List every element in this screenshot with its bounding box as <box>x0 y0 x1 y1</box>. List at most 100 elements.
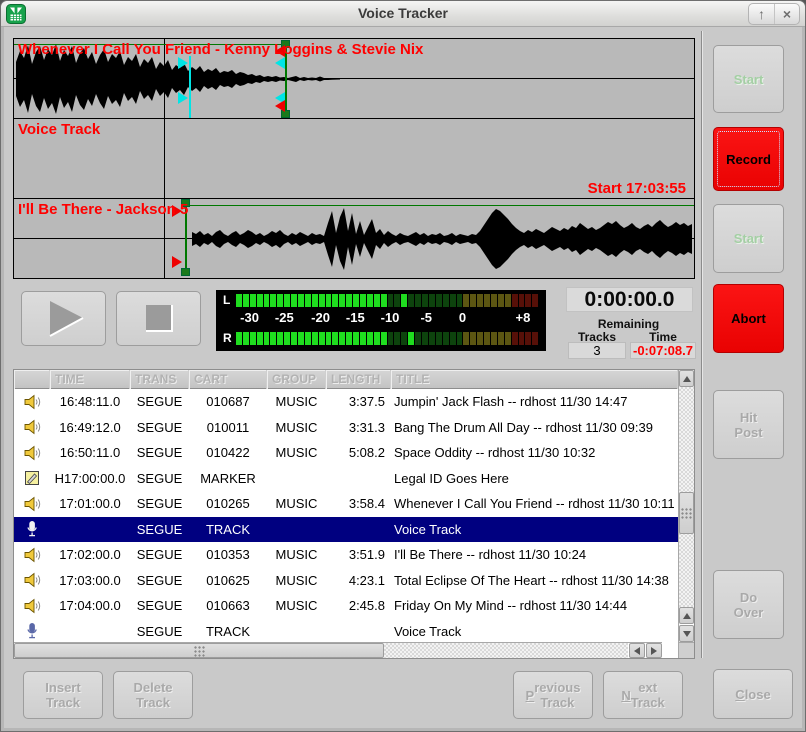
scroll-up-button-2[interactable] <box>679 607 694 624</box>
track-1-region[interactable]: Whenever I Call You Friend - Kenny Loggi… <box>14 39 694 119</box>
meter-segment <box>470 332 476 345</box>
marker-handle[interactable] <box>181 268 190 276</box>
meter-segment <box>305 332 311 345</box>
column-header-cart[interactable]: CART <box>189 370 267 389</box>
next-track-button[interactable]: NextTrack <box>603 671 683 719</box>
delete-track-button[interactable]: DeleteTrack <box>113 671 193 719</box>
cell-group: MUSIC <box>267 420 326 435</box>
cell-group: MUSIC <box>267 547 326 562</box>
speaker-icon <box>23 393 41 411</box>
horizontal-scrollbar[interactable] <box>14 642 662 658</box>
play-cursor-marker[interactable] <box>189 56 191 118</box>
speaker-icon <box>23 418 41 436</box>
end-marker-icon[interactable] <box>275 100 285 112</box>
meter-segment <box>319 332 325 345</box>
v-scrollbar-thumb[interactable] <box>679 492 694 534</box>
close-window-button[interactable]: × <box>774 4 799 24</box>
column-header-trans[interactable]: TRANS <box>130 370 189 389</box>
log-row[interactable]: 16:50:11.0SEGUE010422MUSIC5:08.2Space Od… <box>14 440 678 466</box>
log-row[interactable]: 16:49:12.0SEGUE010011MUSIC3:31.3Bang The… <box>14 415 678 441</box>
panel-divider <box>701 31 703 658</box>
log-row[interactable]: 17:04:00.0SEGUE010663MUSIC2:45.8Friday O… <box>14 593 678 619</box>
start-track1-button[interactable]: Start <box>713 45 784 113</box>
cell-cart: MARKER <box>189 471 267 486</box>
titlebar[interactable]: Voice Tracker ↑ × <box>1 1 805 27</box>
meter-segment <box>512 332 518 345</box>
focus-ring <box>717 131 780 187</box>
log-row[interactable]: 17:02:00.0SEGUE010353MUSIC3:51.9I'll Be … <box>14 542 678 568</box>
cell-group: MUSIC <box>267 598 326 613</box>
h-scrollbar-thumb[interactable] <box>14 643 384 658</box>
track-2-region[interactable]: Voice Track Start 17:03:55 <box>14 119 694 199</box>
track-3-title: I'll Be There - Jackson 5 <box>18 201 188 218</box>
start-marker-icon[interactable] <box>172 256 182 268</box>
log-row[interactable]: 17:03:00.0SEGUE010625MUSIC4:23.1Total Ec… <box>14 568 678 594</box>
meter-segment <box>236 294 242 307</box>
scroll-down-button[interactable] <box>679 625 694 642</box>
log-row[interactable]: SEGUETRACKVoice Track <box>14 619 678 645</box>
scroll-right-button[interactable] <box>646 643 662 658</box>
start-track3-button[interactable]: Start <box>713 204 784 273</box>
meter-segment <box>332 294 338 307</box>
track-3-region[interactable]: I'll Be There - Jackson 5 <box>14 199 694 279</box>
track-editor-panel[interactable]: Whenever I Call You Friend - Kenny Loggi… <box>13 38 695 279</box>
previous-track-button[interactable]: PreviousTrack <box>513 671 593 719</box>
abort-button[interactable]: Abort <box>713 284 784 353</box>
column-header-title[interactable]: TITLE <box>391 370 678 389</box>
meter-scale: -30-25-20-15-10-50+8 <box>236 310 538 326</box>
meter-segment <box>326 332 332 345</box>
meter-segment <box>512 294 518 307</box>
cue-marker-icon[interactable] <box>275 57 285 69</box>
column-header-group[interactable]: GROUP <box>267 370 326 389</box>
column-header-length[interactable]: LENGTH <box>326 370 391 389</box>
row-type-icon-cell <box>14 393 50 411</box>
cell-cart: TRACK <box>189 522 267 537</box>
close-button[interactable]: Close <box>713 669 793 719</box>
cue-marker-icon[interactable] <box>178 57 188 69</box>
meter-segment <box>326 294 332 307</box>
cell-title: Voice Track <box>391 522 678 537</box>
cell-length: 3:31.3 <box>326 420 391 435</box>
log-row[interactable]: H17:00:00.0SEGUEMARKERLegal ID Goes Here <box>14 466 678 492</box>
vertical-scrollbar[interactable] <box>678 370 694 642</box>
do-over-button[interactable]: DoOver <box>713 570 784 639</box>
meter-segment <box>484 332 490 345</box>
track-2-start-time: Start 17:03:55 <box>588 180 686 197</box>
meter-segment <box>436 294 442 307</box>
log-row-selected[interactable]: SEGUETRACKVoice Track <box>14 517 678 543</box>
cell-length: 3:51.9 <box>326 547 391 562</box>
cell-time: 17:04:00.0 <box>50 598 130 613</box>
meter-segment <box>519 294 525 307</box>
scroll-left-button[interactable] <box>629 643 645 658</box>
insert-track-button[interactable]: InsertTrack <box>23 671 103 719</box>
log-header-row[interactable]: TIMETRANSCARTGROUPLENGTHTITLE <box>14 370 678 389</box>
meter-segment <box>519 332 525 345</box>
play-button[interactable] <box>21 291 106 346</box>
meter-segment <box>443 294 449 307</box>
right-arrow-icon <box>651 647 657 655</box>
cue-marker-icon[interactable] <box>178 92 188 104</box>
meter-scale-label: +8 <box>515 310 530 325</box>
scroll-up-button[interactable] <box>679 370 694 387</box>
log-row[interactable]: 17:01:00.0SEGUE010265MUSIC3:58.4Whenever… <box>14 491 678 517</box>
meter-segment <box>498 332 504 345</box>
window-controls: ↑ × <box>748 3 800 25</box>
scrollbar-corner <box>678 642 694 658</box>
meter-segment <box>401 294 407 307</box>
column-header-time[interactable]: TIME <box>50 370 130 389</box>
shade-button[interactable]: ↑ <box>749 4 774 24</box>
hit-post-button[interactable]: HitPost <box>713 390 784 459</box>
meter-segment <box>353 294 359 307</box>
cell-length: 4:23.1 <box>326 573 391 588</box>
meter-segment <box>243 294 249 307</box>
meter-segment <box>457 332 463 345</box>
stop-button[interactable] <box>116 291 201 346</box>
meter-segment <box>525 294 531 307</box>
h-scrollbar-track[interactable] <box>384 643 628 658</box>
log-row[interactable]: 16:48:11.0SEGUE010687MUSIC3:37.5Jumpin' … <box>14 389 678 415</box>
edit-cursor-line <box>164 39 165 278</box>
meter-scale-label: -30 <box>240 310 259 325</box>
meter-segment <box>477 294 483 307</box>
meter-segment <box>498 294 504 307</box>
record-button[interactable]: Record <box>713 127 784 191</box>
